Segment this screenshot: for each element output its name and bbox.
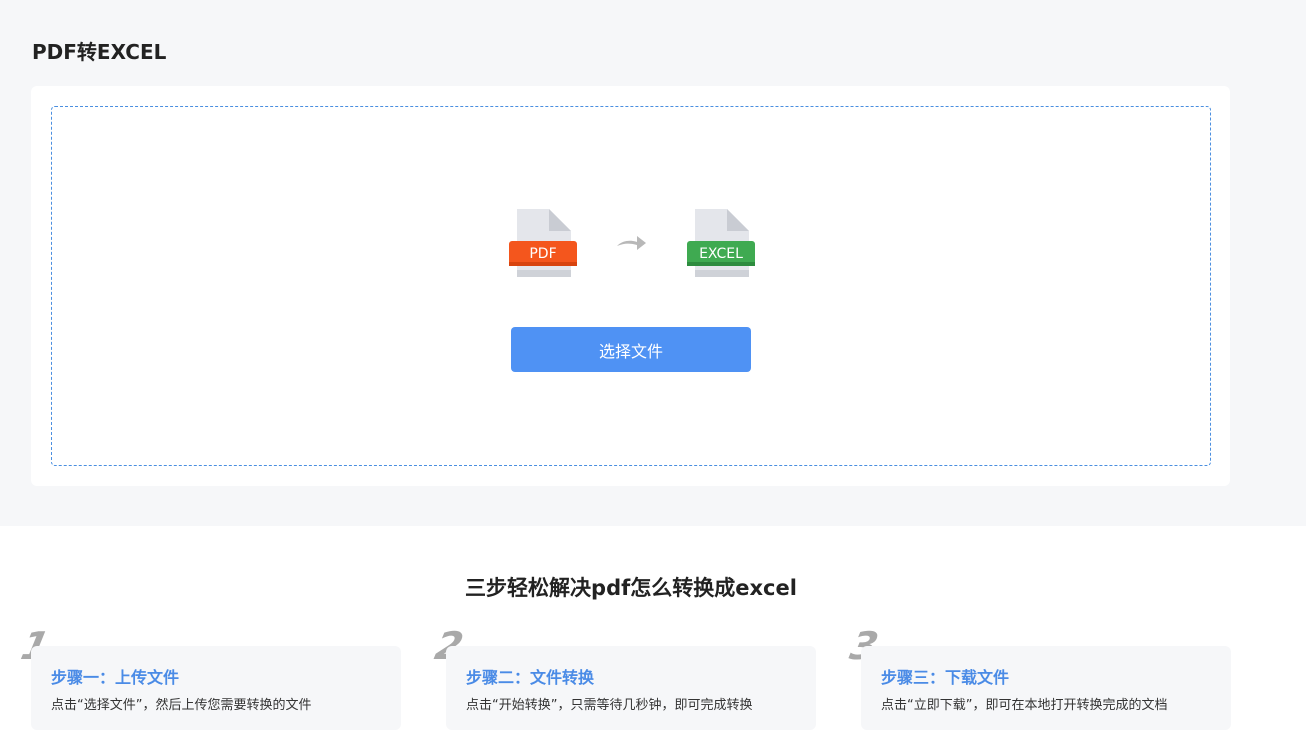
excel-label: EXCEL (699, 246, 743, 262)
file-dropzone[interactable]: PDF EXCEL 选择文件 (51, 106, 1211, 466)
step-1-description: 点击“选择文件”，然后上传您需要转换的文件 (51, 698, 312, 713)
step-3-description: 点击“立即下载”，即可在本地打开转换完成的文档 (881, 698, 1168, 713)
step-2-description: 点击“开始转换”，只需等待几秒钟，即可完成转换 (466, 698, 753, 713)
step-card-3: 步骤三：下载文件 点击“立即下载”，即可在本地打开转换完成的文档 (861, 646, 1231, 730)
convert-arrow-icon (617, 236, 646, 250)
step-3-title: 步骤三：下载文件 (881, 668, 1010, 687)
select-file-button[interactable]: 选择文件 (511, 327, 751, 372)
converter-section: PDF转EXCEL PDF EXCEL 选择文件 (0, 0, 1306, 526)
steps-section-title: 三步轻松解决pdf怎么转换成excel (465, 576, 797, 600)
step-card-1: 步骤一：上传文件 点击“选择文件”，然后上传您需要转换的文件 (31, 646, 401, 730)
step-card-2: 步骤二：文件转换 点击“开始转换”，只需等待几秒钟，即可完成转换 (446, 646, 816, 730)
page-title: PDF转EXCEL (32, 40, 167, 64)
excel-file-icon: EXCEL (687, 209, 755, 277)
pdf-label: PDF (529, 246, 556, 262)
pdf-file-icon: PDF (509, 209, 577, 277)
step-2-title: 步骤二：文件转换 (466, 668, 595, 687)
upload-card: PDF EXCEL 选择文件 (31, 86, 1230, 486)
step-1-title: 步骤一：上传文件 (51, 668, 180, 687)
